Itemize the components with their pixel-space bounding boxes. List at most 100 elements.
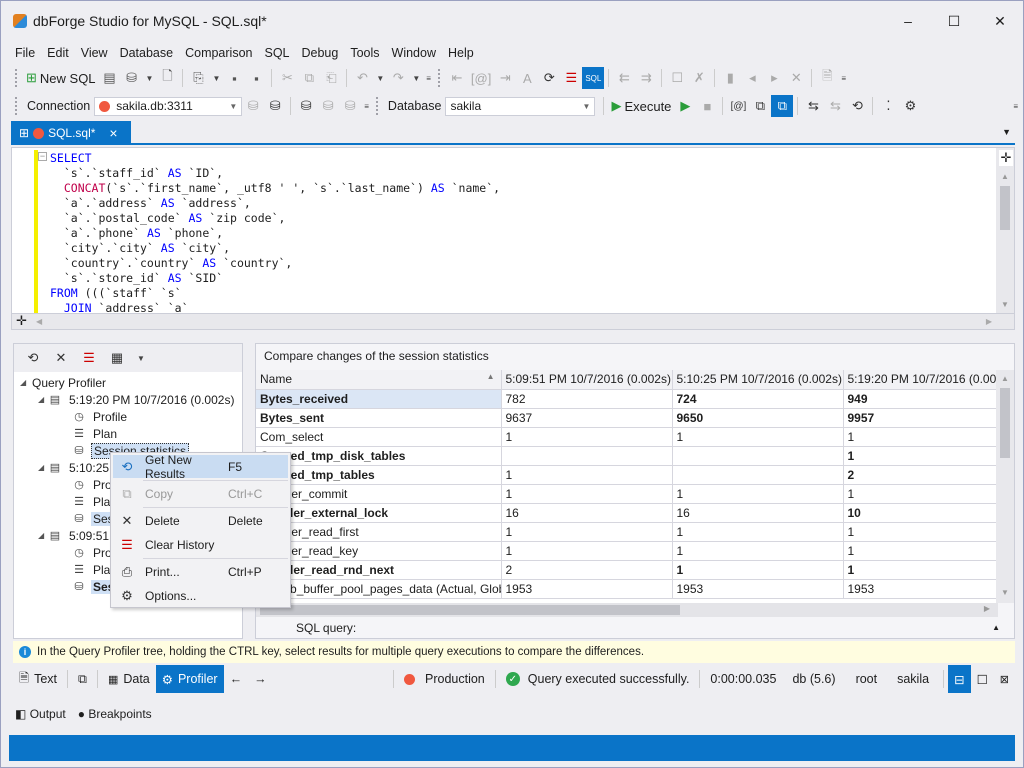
sql-mode-icon[interactable]: SQL: [582, 67, 605, 89]
paste-icon[interactable]: ⎗: [320, 67, 342, 89]
tree-run[interactable]: ◢ ▤ 5:10:25: [38, 459, 111, 476]
new-document-icon[interactable]: ▤: [99, 67, 121, 89]
tab-sql-file[interactable]: ⊞ SQL.sql* ×: [11, 121, 131, 145]
table-row[interactable]: Bytes_sent 9637 9650 9957: [256, 408, 998, 428]
tree-run[interactable]: ◢ ▤ 5:19:20 PM 10/7/2016 (0.002s): [38, 391, 236, 408]
expand-icon[interactable]: ▲: [992, 623, 1000, 632]
case-icon[interactable]: A: [516, 67, 538, 89]
menu-file[interactable]: File: [9, 43, 41, 63]
scroll-up-icon[interactable]: ▲: [1001, 374, 1009, 383]
tree-root[interactable]: ◢ Query Profiler: [20, 374, 108, 391]
chevron-down-icon[interactable]: ▼: [212, 74, 220, 83]
scroll-thumb[interactable]: [1000, 186, 1010, 230]
maximize-button[interactable]: ☐: [931, 1, 977, 41]
history-icon[interactable]: ⟲: [846, 95, 868, 117]
result-window-icon[interactable]: ⧉: [749, 95, 771, 117]
get-new-results-icon[interactable]: ⟲: [22, 347, 44, 369]
table-row[interactable]: Handler_read_first 1 1 1: [256, 522, 998, 542]
overflow-icon[interactable]: ≡: [426, 74, 431, 83]
table-row[interactable]: Innodb_buffer_pool_pages_data (Actual, G…: [256, 579, 998, 599]
menu-help[interactable]: Help: [442, 43, 480, 63]
scroll-thumb[interactable]: [260, 605, 680, 615]
uncomment-icon[interactable]: ⇉: [635, 67, 657, 89]
tree-item-profile[interactable]: ◷ Pro: [62, 544, 114, 561]
tree-item-plan[interactable]: ☰ Plan: [62, 425, 119, 442]
menu-item-get-new-results[interactable]: ⟲ Get New Results F5: [113, 453, 288, 481]
menu-window[interactable]: Window: [386, 43, 442, 63]
text-view-button[interactable]: 🗎 Text: [13, 665, 63, 693]
close-tab-icon[interactable]: ×: [109, 125, 117, 141]
scroll-down-icon[interactable]: ▼: [1001, 300, 1009, 309]
collapse-icon[interactable]: −: [38, 152, 47, 161]
menu-sql[interactable]: SQL: [258, 43, 295, 63]
plan-icon[interactable]: ⁚: [877, 95, 899, 117]
db-disconnect-icon[interactable]: ⛁: [242, 95, 264, 117]
forward-button[interactable]: →: [248, 665, 273, 693]
maximize-panel-button[interactable]: ☐: [971, 665, 994, 693]
menu-tools[interactable]: Tools: [344, 43, 385, 63]
expand-icon[interactable]: ◢: [38, 463, 48, 472]
sort-icon[interactable]: ▲: [487, 372, 495, 381]
clear-icon[interactable]: ☰: [560, 67, 582, 89]
profiler-view-button[interactable]: ⚙ Profiler: [155, 665, 224, 693]
expand-icon[interactable]: ◢: [38, 395, 48, 404]
scroll-up-icon[interactable]: ▲: [1001, 172, 1009, 181]
execute-button[interactable]: ▶ Execute: [608, 95, 674, 117]
overflow-icon[interactable]: ≡: [364, 102, 369, 111]
table-row[interactable]: Handler_commit 1 1 1: [256, 484, 998, 504]
output-tab[interactable]: ◧ Output: [15, 707, 66, 721]
open-icon[interactable]: ⎘: [187, 67, 209, 89]
chevron-down-icon[interactable]: ▼: [376, 74, 384, 83]
tabs-dropdown-icon[interactable]: ▼: [1002, 127, 1011, 137]
split-icon[interactable]: ✛: [999, 150, 1013, 166]
db-commit-icon[interactable]: ⛁: [317, 95, 339, 117]
document-icon[interactable]: 🗎: [816, 67, 838, 89]
menu-item-print[interactable]: ⎙ Print... Ctrl+P: [113, 560, 288, 583]
outdent-icon[interactable]: ⇤: [446, 67, 468, 89]
collapse-panel-button[interactable]: ⊠: [994, 665, 1015, 693]
scroll-right-icon[interactable]: ▶: [984, 604, 990, 613]
table-row[interactable]: Created_tmp_disk_tables 1: [256, 446, 998, 466]
clear-bookmarks-icon[interactable]: ✕: [785, 67, 807, 89]
menu-view[interactable]: View: [75, 43, 114, 63]
expand-icon[interactable]: ◢: [20, 378, 30, 387]
split-icon[interactable]: ✛: [16, 313, 27, 329]
sql-editor[interactable]: − SELECT `s`.`staff_id` AS `ID`, CONCAT(…: [11, 147, 1015, 315]
table-row[interactable]: Handler_read_rnd_next 2 1 1: [256, 560, 998, 580]
profiler-options-icon[interactable]: ⚙: [899, 95, 921, 117]
toolbar-grip[interactable]: [15, 97, 19, 115]
tree-item-profile[interactable]: ◷ Pro: [62, 476, 114, 493]
table-row[interactable]: Bytes_received 782 724 949: [256, 389, 998, 409]
remove-comment-icon[interactable]: ✗: [688, 67, 710, 89]
menu-edit[interactable]: Edit: [41, 43, 75, 63]
stop-icon[interactable]: ■: [696, 95, 718, 117]
chevron-down-icon[interactable]: ▼: [146, 74, 154, 83]
grid-vertical-scrollbar[interactable]: ▲ ▼: [996, 370, 1014, 603]
tree-item-profile[interactable]: ◷ Profile: [62, 408, 129, 425]
menu-item-delete[interactable]: ✕ Delete Delete: [113, 509, 288, 532]
redo-icon[interactable]: ↷: [387, 67, 409, 89]
chevron-down-icon[interactable]: ▼: [412, 74, 420, 83]
compare-icon[interactable]: ⇆: [802, 95, 824, 117]
parameters-icon[interactable]: [@]: [727, 95, 749, 117]
editor-horizontal-scrollbar[interactable]: ✛ ◀ ▶: [11, 313, 1015, 330]
database-select[interactable]: sakila ▼: [445, 96, 596, 116]
new-sql-button[interactable]: ⊞ New SQL: [23, 67, 99, 89]
toolbar-grip[interactable]: [375, 97, 380, 115]
column-header[interactable]: Name ▲: [256, 370, 502, 390]
expand-icon[interactable]: ◢: [38, 531, 48, 540]
parameters-icon[interactable]: [@]: [468, 67, 494, 89]
grid-horizontal-scrollbar[interactable]: ▶: [256, 603, 998, 617]
prev-bookmark-icon[interactable]: ◂: [741, 67, 763, 89]
delete-icon[interactable]: ✕: [50, 347, 72, 369]
db-rollback-icon[interactable]: ⛁: [339, 95, 361, 117]
back-button[interactable]: ←: [224, 665, 249, 693]
undo-icon[interactable]: ↶: [351, 67, 373, 89]
menu-debug[interactable]: Debug: [296, 43, 345, 63]
sql-code[interactable]: SELECT `s`.`staff_id` AS `ID`, CONCAT(`s…: [50, 151, 500, 316]
breakpoints-tab[interactable]: ● Breakpoints: [78, 707, 152, 721]
split-view-button[interactable]: ⧉: [72, 665, 93, 693]
bookmark-icon[interactable]: ▮: [719, 67, 741, 89]
indent-icon[interactable]: ⇥: [494, 67, 516, 89]
table-row[interactable]: Handler_read_key 1 1 1: [256, 541, 998, 561]
